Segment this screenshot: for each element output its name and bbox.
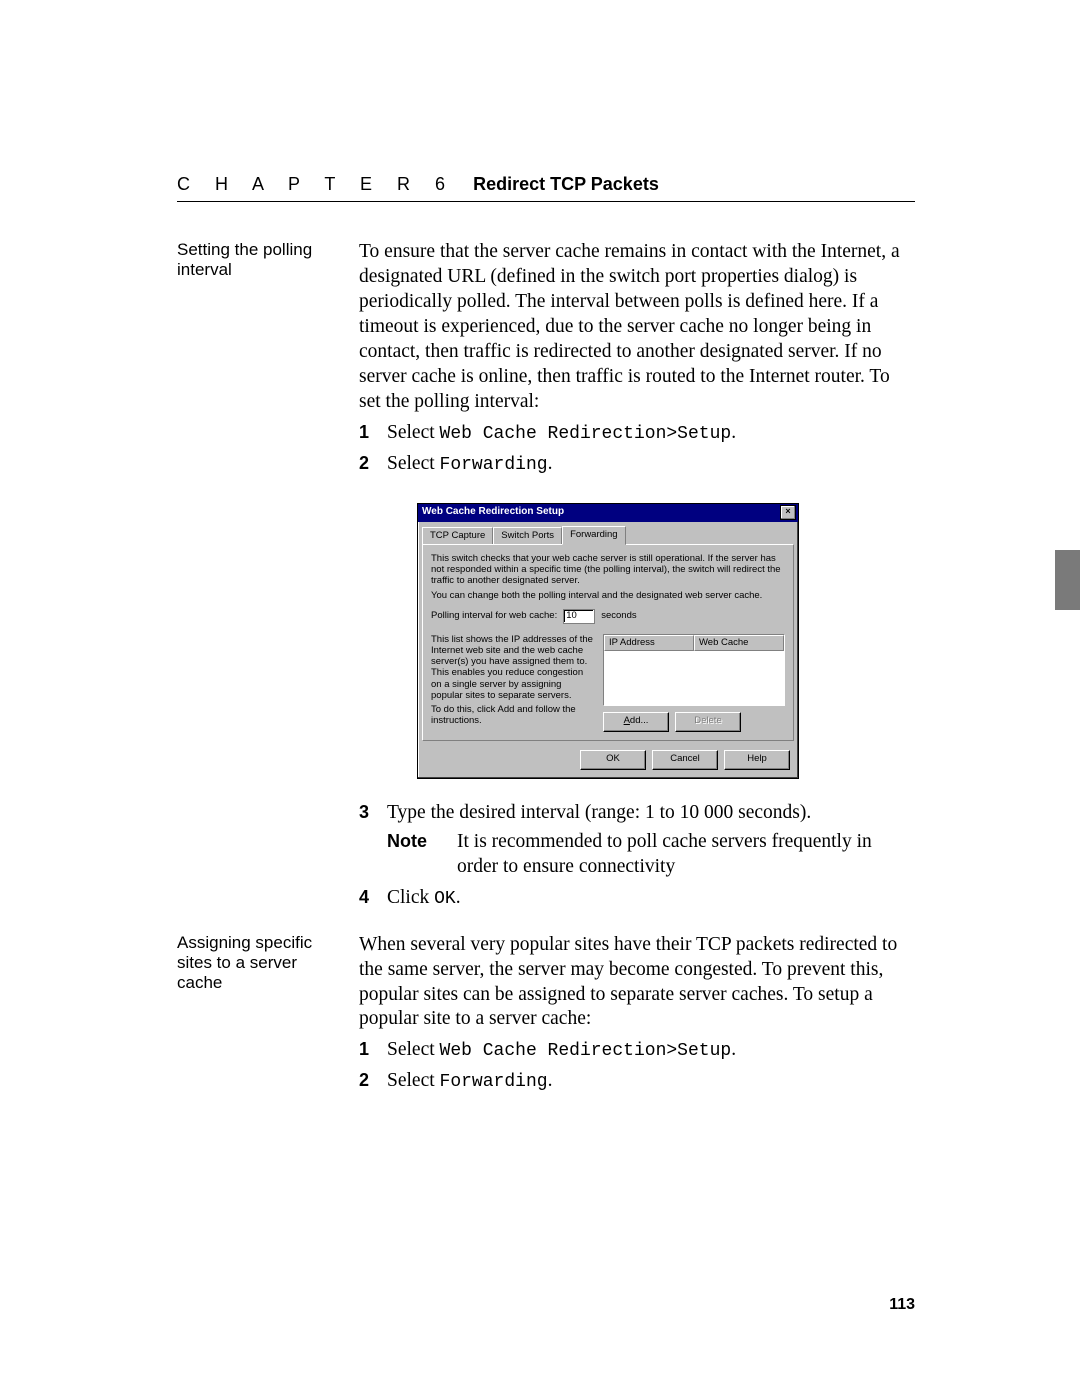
steps-after-dialog: 3 Type the desired interval (range: 1 to… [359, 801, 915, 911]
dialog-desc-1: This switch checks that your web cache s… [431, 553, 785, 587]
step-text: Select Forwarding. [387, 452, 915, 477]
dialog-screenshot: Web Cache Redirection Setup × TCP Captur… [417, 503, 915, 779]
list-pane: IP Address Web Cache Add... Delete [603, 634, 785, 732]
tab-strip: TCP Capture Switch Ports Forwarding [418, 522, 798, 545]
poll-interval-input[interactable]: 10 [563, 609, 595, 624]
window-title: Web Cache Redirection Setup [422, 506, 780, 519]
step-number: 2 [359, 452, 387, 477]
ok-button[interactable]: OK [580, 750, 646, 770]
section-content: When several very popular sites have the… [359, 933, 915, 1095]
page-number: 113 [889, 1296, 915, 1314]
titlebar: Web Cache Redirection Setup × [418, 504, 798, 522]
section-polling-interval: Setting the polling interval To ensure t… [177, 240, 915, 911]
tab-panel: This switch checks that your web cache s… [422, 544, 794, 741]
dialog-desc-2: You can change both the polling interval… [431, 590, 785, 601]
side-label: Assigning specific sites to a server cac… [177, 933, 359, 1095]
delete-button: Delete [675, 712, 741, 732]
page: C H A P T E R 6 Redirect TCP Packets Set… [0, 0, 1080, 1397]
section-content: To ensure that the server cache remains … [359, 240, 915, 911]
note-text: It is recommended to poll cache servers … [457, 830, 915, 880]
section-assign-sites: Assigning specific sites to a server cac… [177, 933, 915, 1095]
tab-tcp-capture[interactable]: TCP Capture [422, 527, 493, 545]
body: Setting the polling interval To ensure t… [177, 240, 915, 1094]
step-2: 2 Select Forwarding. [359, 452, 915, 477]
list-description: This list shows the IP addresses of the … [431, 634, 593, 732]
dialog-buttons: OK Cancel Help [418, 746, 798, 778]
step-number: 1 [359, 1038, 387, 1063]
steps-list: 1 Select Web Cache Redirection>Setup. 2 … [359, 421, 915, 477]
step-number: 2 [359, 1069, 387, 1094]
step-1: 1 Select Web Cache Redirection>Setup. [359, 421, 915, 446]
step-text: Select Web Cache Redirection>Setup. [387, 1038, 915, 1063]
chapter-prefix: C H A P T E R 6 [177, 174, 455, 195]
list-buttons: Add... Delete [603, 712, 785, 732]
dialog-window: Web Cache Redirection Setup × TCP Captur… [417, 503, 799, 779]
page-header: C H A P T E R 6 Redirect TCP Packets [177, 174, 915, 202]
tab-switch-ports[interactable]: Switch Ports [493, 527, 562, 545]
note-label: Note [387, 830, 457, 880]
help-button[interactable]: Help [724, 750, 790, 770]
poll-label: Polling interval for web cache: [431, 610, 557, 622]
poll-interval-row: Polling interval for web cache: 10 secon… [431, 609, 785, 624]
step-1: 1 Select Web Cache Redirection>Setup. [359, 1038, 915, 1063]
step-4: 4 Click OK. [359, 886, 915, 911]
chapter-title: Redirect TCP Packets [473, 174, 659, 195]
intro-paragraph: To ensure that the server cache remains … [359, 240, 915, 415]
steps-list: 1 Select Web Cache Redirection>Setup. 2 … [359, 1038, 915, 1094]
side-label: Setting the polling interval [177, 240, 359, 911]
cache-listbox[interactable]: IP Address Web Cache [603, 634, 785, 706]
step-2: 2 Select Forwarding. [359, 1069, 915, 1094]
step-number: 1 [359, 421, 387, 446]
list-header: IP Address Web Cache [604, 635, 784, 651]
cancel-button[interactable]: Cancel [652, 750, 718, 770]
step-number: 4 [359, 886, 387, 911]
close-icon[interactable]: × [780, 505, 796, 520]
step-text: Select Forwarding. [387, 1069, 915, 1094]
step-text: Click OK. [387, 886, 915, 911]
col-web-cache[interactable]: Web Cache [694, 635, 784, 651]
note: Note It is recommended to poll cache ser… [387, 830, 915, 880]
step-number: 3 [359, 801, 387, 826]
col-ip-address[interactable]: IP Address [604, 635, 694, 651]
step-text: Select Web Cache Redirection>Setup. [387, 421, 915, 446]
step-text: Type the desired interval (range: 1 to 1… [387, 801, 915, 826]
add-button[interactable]: Add... [603, 712, 669, 732]
page-thumb-tab [1055, 550, 1080, 610]
poll-unit: seconds [601, 610, 636, 622]
intro-paragraph: When several very popular sites have the… [359, 933, 915, 1033]
lower-area: This list shows the IP addresses of the … [431, 634, 785, 732]
step-3: 3 Type the desired interval (range: 1 to… [359, 801, 915, 826]
tab-forwarding[interactable]: Forwarding [562, 526, 626, 545]
